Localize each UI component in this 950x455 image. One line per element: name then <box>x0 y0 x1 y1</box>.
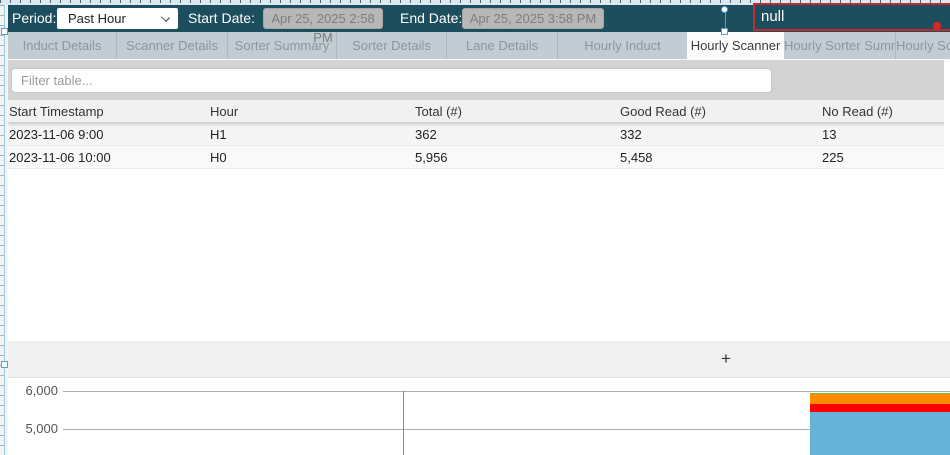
start-date-input[interactable]: Apr 25, 2025 2:58 PM <box>263 8 383 29</box>
tab-lane-details[interactable]: Lane Details <box>447 32 558 59</box>
red-segment <box>810 404 950 413</box>
cell-start-timestamp: 2023-11-06 9:00 <box>9 123 103 146</box>
blue-segment <box>810 412 950 455</box>
cell-hour: H1 <box>210 123 227 146</box>
tab-induct-details[interactable]: Induct Details <box>8 32 117 59</box>
filter-table-input[interactable] <box>11 68 772 93</box>
tab-hourly-sorter-summary[interactable]: Hourly Sorter Summar <box>784 32 896 59</box>
cell-good-read: 5,458 <box>620 146 653 169</box>
period-label: Period: <box>12 5 56 32</box>
tab-scanner-details[interactable]: Scanner Details <box>117 32 228 59</box>
cell-hour: H0 <box>210 146 227 169</box>
hourly-scanner-chart: 6,000 5,000 <box>8 378 950 455</box>
panel-footer: + <box>8 341 950 378</box>
cell-no-read: 13 <box>822 123 836 146</box>
end-date-label: End Date: <box>400 5 462 32</box>
filter-bar <box>8 59 950 100</box>
tab-hourly-induct[interactable]: Hourly Induct <box>558 32 687 59</box>
selection-handle-circle[interactable] <box>721 6 728 13</box>
y-axis-tick: 5,000 <box>8 422 58 436</box>
cell-start-timestamp: 2023-11-06 10:00 <box>9 146 111 169</box>
category-divider-line <box>403 391 404 455</box>
stacked-bar[interactable] <box>810 378 950 455</box>
column-header-good-read[interactable]: Good Read (#) <box>620 100 706 123</box>
overlay-null-box: null <box>753 3 950 31</box>
column-header-no-read[interactable]: No Read (#) <box>822 100 893 123</box>
overlay-red-dot <box>933 22 941 30</box>
column-header-hour[interactable]: Hour <box>210 100 238 123</box>
left-guide-line <box>4 5 5 455</box>
tab-sorter-details[interactable]: Sorter Details <box>337 32 447 59</box>
start-date-label: Start Date: <box>188 5 255 32</box>
selection-handle-square[interactable] <box>721 28 728 35</box>
selection-handle-square[interactable] <box>1 361 8 368</box>
table-row[interactable]: 2023-11-06 9:00 H1 362 332 13 <box>8 123 950 146</box>
cell-total: 5,956 <box>415 146 448 169</box>
column-header-start-timestamp[interactable]: Start Timestamp <box>9 100 104 123</box>
add-button[interactable]: + <box>717 350 735 368</box>
table-header: Start Timestamp Hour Total (#) Good Read… <box>8 100 950 123</box>
app-window: Period: Past Hour Start Date: Apr 25, 20… <box>0 0 950 455</box>
cell-no-read: 225 <box>822 146 844 169</box>
cell-good-read: 332 <box>620 123 642 146</box>
scrollbar-gutter <box>944 60 950 341</box>
end-date-input[interactable]: Apr 25, 2025 3:58 PM <box>462 8 604 29</box>
orange-segment <box>810 394 950 404</box>
column-header-total[interactable]: Total (#) <box>415 100 462 123</box>
chevron-down-icon <box>161 13 170 22</box>
tab-hourly-scanner[interactable]: Hourly Scanner <box>687 32 784 59</box>
cell-total: 362 <box>415 123 437 146</box>
tab-bar: Induct Details Scanner Details Sorter Su… <box>8 32 950 59</box>
table-row[interactable]: 2023-11-06 10:00 H0 5,956 5,458 225 <box>8 146 950 169</box>
period-dropdown-value: Past Hour <box>68 11 126 26</box>
y-axis-tick: 6,000 <box>8 384 58 398</box>
period-dropdown[interactable]: Past Hour <box>57 8 178 29</box>
selection-handle-square[interactable] <box>1 28 8 35</box>
tab-hourly-sorter[interactable]: Hourly Sort <box>896 32 950 59</box>
